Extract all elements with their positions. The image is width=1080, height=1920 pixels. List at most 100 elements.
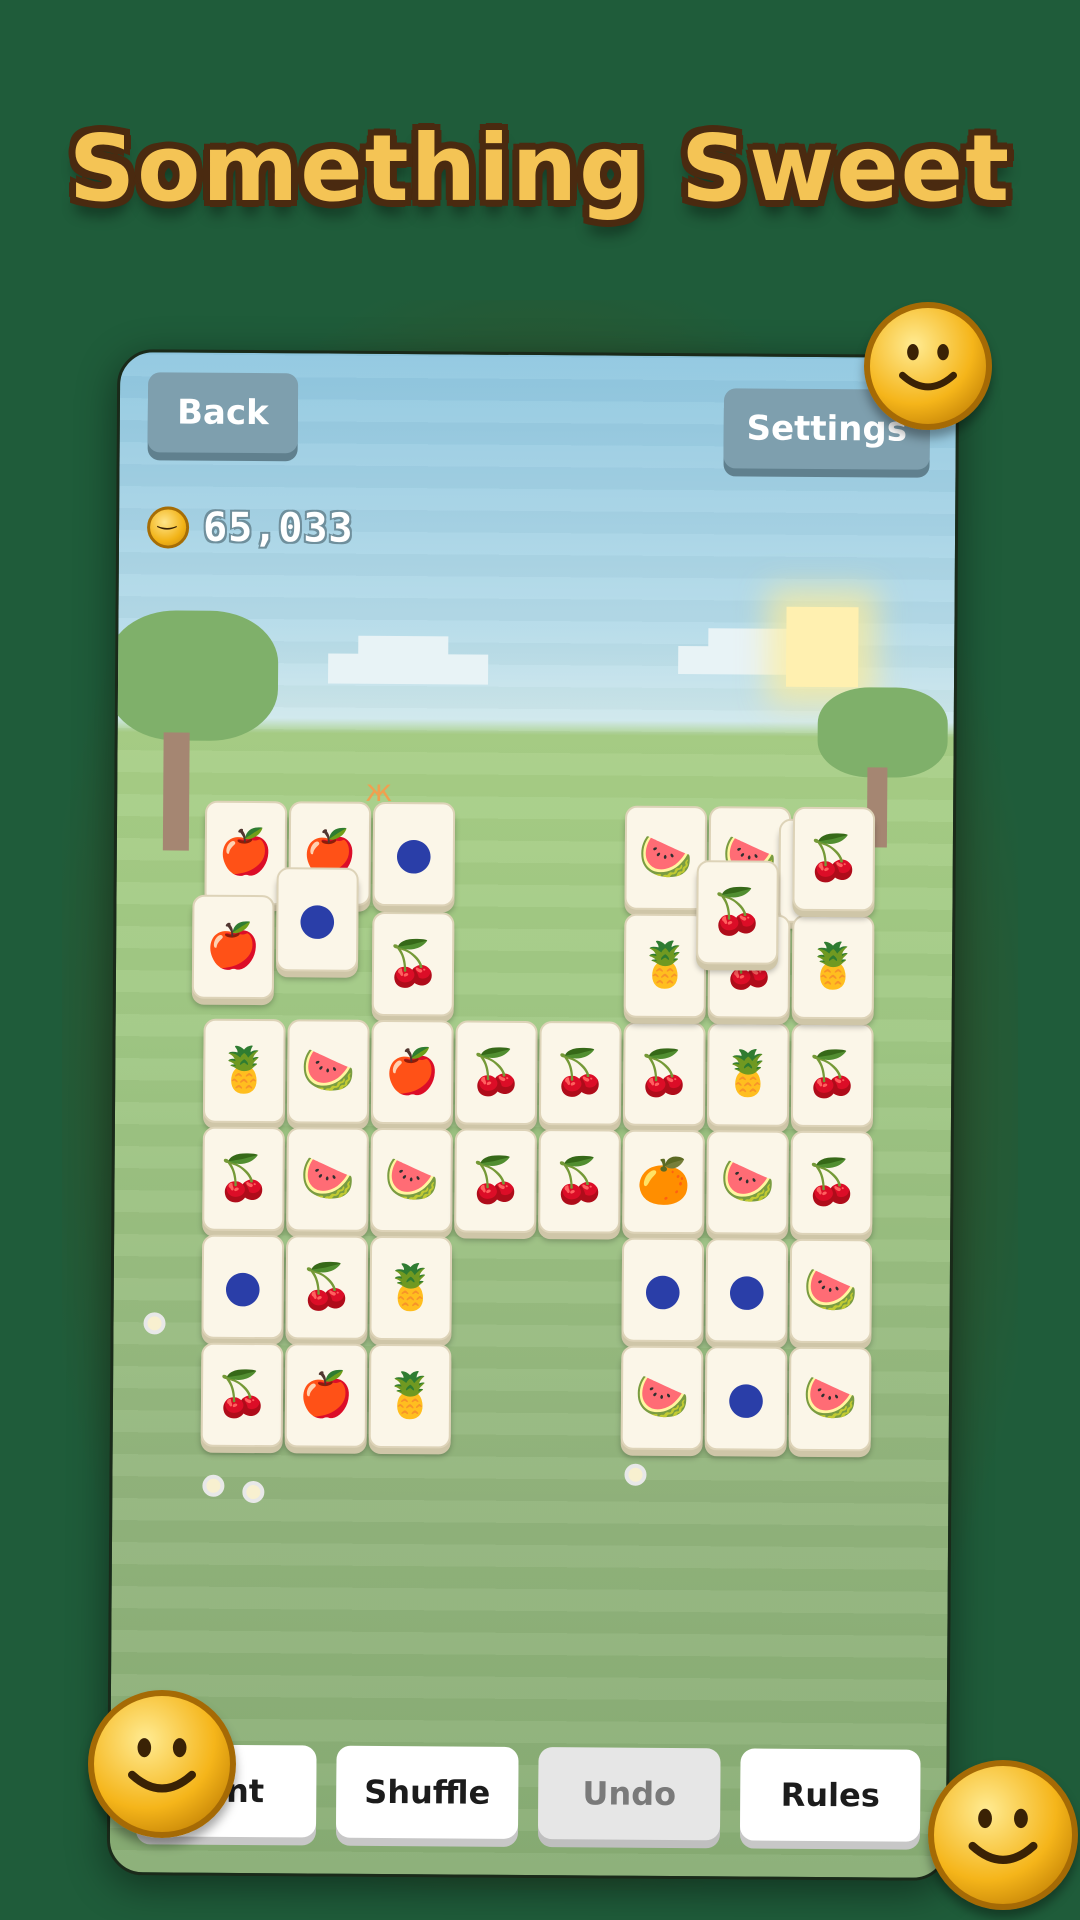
coin-icon	[146, 506, 190, 549]
rules-label: Rules	[780, 1775, 880, 1815]
watermelon-icon: 🍉	[719, 1156, 776, 1208]
fruit-tile[interactable]: ●	[705, 1238, 789, 1343]
fruit-tile[interactable]: 🍒	[371, 911, 455, 1017]
pineapple-icon: 🍍	[805, 940, 861, 993]
flower-icon	[624, 1463, 647, 1486]
pineapple-icon: 🍍	[720, 1048, 776, 1100]
cherry-icon: 🍒	[804, 1048, 860, 1101]
blueberry-icon: ●	[643, 1263, 683, 1316]
watermelon-icon: 🍉	[634, 1371, 690, 1424]
fruit-tile[interactable]: ●	[275, 867, 359, 972]
fruit-tile[interactable]: 🍉	[286, 1019, 370, 1124]
fruit-tile[interactable]: 🍉	[706, 1130, 789, 1235]
blueberry-icon: ●	[727, 1264, 767, 1316]
fruit-tile[interactable]: 🍎	[204, 800, 288, 906]
cherry-icon: 🍒	[467, 1154, 524, 1206]
cloud-left	[328, 653, 489, 685]
watermelon-icon: 🍉	[803, 1264, 859, 1317]
fruit-tile[interactable]: ●	[372, 801, 456, 907]
cherry-icon: 🍒	[214, 1368, 270, 1421]
fruit-tile[interactable]: 🍉	[286, 1127, 369, 1232]
fruit-tile[interactable]: 🍉	[789, 1238, 873, 1344]
cherry-icon: 🍒	[806, 832, 862, 885]
fruit-tile[interactable]: 🍍	[706, 1022, 790, 1127]
orange-icon: 🍊	[635, 1155, 692, 1208]
fruit-tile[interactable]: 🍒	[454, 1020, 538, 1126]
cherry-icon: 🍒	[215, 1152, 272, 1205]
blueberry-icon: ●	[223, 1260, 263, 1313]
fruit-tile[interactable]: 🍉	[620, 1345, 704, 1451]
tree-left-icon	[107, 610, 279, 742]
fruit-tile[interactable]: 🍎	[284, 1343, 368, 1448]
cherry-icon: 🍒	[551, 1155, 608, 1207]
cherry-icon: 🍒	[299, 1261, 355, 1313]
blueberry-icon: ●	[394, 828, 434, 880]
cloud-left-top	[358, 635, 449, 657]
fruit-tile[interactable]: 🍉	[624, 805, 708, 911]
game-screen: ж Back Settings 65,033 🍎 🍎 ● 🍎 ● 🍒 🍍 🍉 🍎…	[106, 349, 960, 1881]
fruit-tile[interactable]: 🍒	[696, 860, 779, 965]
fruit-tile[interactable]: 🍍	[369, 1235, 453, 1341]
fruit-tile[interactable]: 🍎	[191, 894, 275, 1000]
fruit-tile[interactable]: 🍍	[368, 1343, 452, 1449]
cherry-icon: 🍒	[709, 886, 765, 938]
watermelon-icon: 🍉	[300, 1045, 356, 1097]
smiley-face-icon	[128, 1738, 197, 1793]
cherry-icon: 🍒	[385, 937, 441, 990]
fruit-tile[interactable]: 🍍	[202, 1018, 286, 1124]
apple-icon: 🍎	[205, 920, 261, 973]
fruit-tile[interactable]: 🍒	[200, 1342, 284, 1448]
fruit-tile[interactable]: 🍒	[792, 806, 876, 912]
fruit-tile[interactable]: 🍉	[788, 1346, 872, 1452]
apple-icon: 🍎	[218, 826, 274, 879]
cloud-right-top	[708, 628, 789, 649]
watermelon-icon: 🍉	[802, 1372, 858, 1425]
coin-balance: 65,033	[146, 504, 354, 552]
pineapple-icon: 🍍	[637, 939, 693, 992]
fruit-tile[interactable]: 🍒	[622, 1021, 706, 1127]
fruit-tile[interactable]: 🍒	[790, 1130, 873, 1236]
fruit-tile[interactable]: ●	[201, 1234, 285, 1340]
sun-icon	[785, 606, 859, 688]
undo-label: Undo	[582, 1774, 677, 1814]
tree-right-icon	[817, 686, 948, 778]
rules-button[interactable]: Rules	[739, 1748, 921, 1842]
game-title: Something Sweet	[68, 115, 1012, 222]
cherry-icon: 🍒	[552, 1047, 608, 1099]
smiley-coin-icon	[864, 302, 992, 430]
fruit-tile[interactable]: 🍊	[622, 1129, 705, 1235]
shuffle-button[interactable]: Shuffle	[335, 1745, 519, 1839]
fruit-tile[interactable]: ●	[704, 1346, 788, 1451]
flower-icon	[242, 1480, 265, 1504]
fruit-tile[interactable]: ●	[621, 1237, 705, 1343]
apple-icon: 🍎	[298, 1369, 354, 1421]
pineapple-icon: 🍍	[382, 1369, 438, 1422]
blueberry-icon: ●	[297, 893, 337, 945]
pineapple-icon: 🍍	[383, 1261, 439, 1314]
fruit-tile[interactable]: 🍎	[370, 1019, 454, 1125]
fruit-tile[interactable]: 🍒	[454, 1128, 537, 1234]
fruit-tile[interactable]: 🍒	[790, 1022, 874, 1128]
fruit-tile[interactable]: 🍍	[791, 914, 875, 1020]
fruit-tile[interactable]: 🍒	[285, 1235, 369, 1340]
flower-icon	[143, 1312, 166, 1335]
cherry-icon: 🍒	[636, 1047, 692, 1100]
undo-button[interactable]: Undo	[537, 1747, 721, 1841]
smiley-face-icon	[968, 1808, 1038, 1864]
shuffle-label: Shuffle	[364, 1772, 491, 1812]
smiley-coin-icon	[928, 1760, 1078, 1910]
apple-icon: 🍎	[384, 1045, 440, 1098]
watermelon-icon: 🍉	[299, 1153, 356, 1205]
fruit-tile[interactable]: 🍍	[623, 913, 707, 1019]
back-button[interactable]: Back	[147, 372, 299, 454]
watermelon-icon: 🍉	[383, 1153, 440, 1206]
watermelon-icon: 🍉	[638, 831, 694, 884]
tree-left-trunk	[162, 732, 190, 851]
flower-icon	[202, 1474, 225, 1497]
fruit-tile[interactable]: 🍒	[202, 1126, 285, 1232]
fruit-tile[interactable]: 🍉	[370, 1127, 453, 1233]
blueberry-icon: ●	[726, 1372, 766, 1424]
cherry-icon: 🍒	[803, 1156, 860, 1209]
fruit-tile[interactable]: 🍒	[538, 1129, 621, 1234]
fruit-tile[interactable]: 🍒	[538, 1021, 622, 1126]
